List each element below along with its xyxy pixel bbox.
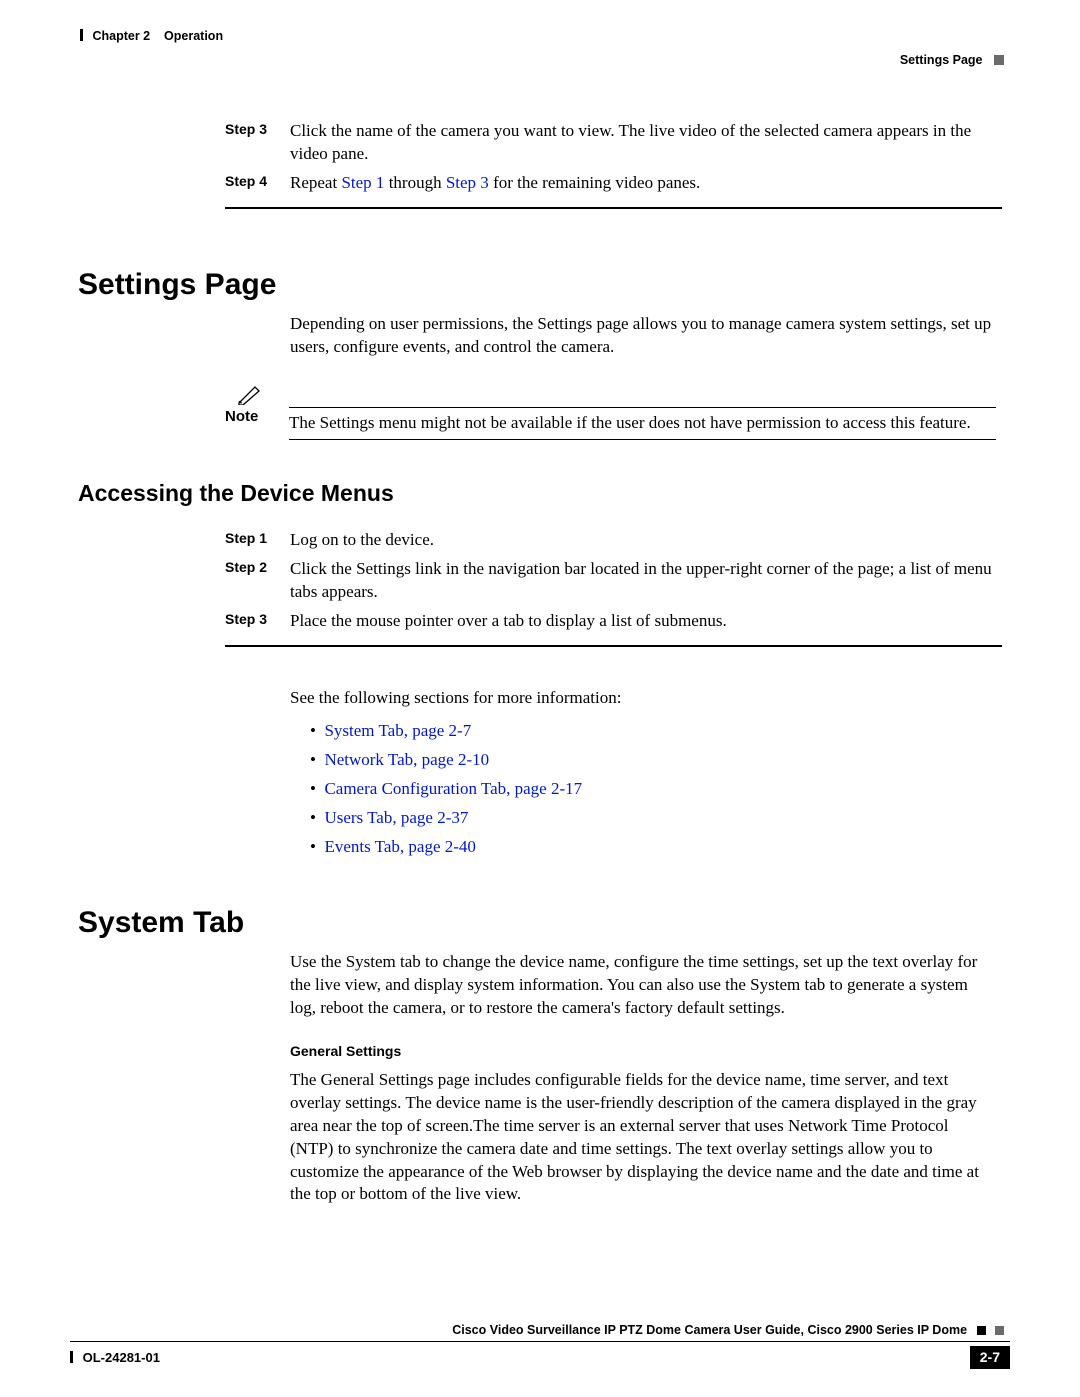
page-container: Chapter 2 Operation Settings Page Step 3… <box>0 0 1080 1397</box>
step-text: Log on to the device. <box>290 529 1002 552</box>
divider <box>225 207 1002 209</box>
note-pen-icon <box>237 383 265 405</box>
steps-block-2: Step 1 Log on to the device. Step 2 Clic… <box>225 529 1002 633</box>
list-item: Camera Configuration Tab, page 2-17 <box>310 778 1010 801</box>
step-row: Step 2 Click the Settings link in the na… <box>225 558 1002 604</box>
step-row: Step 3 Click the name of the camera you … <box>225 120 1002 166</box>
link-step1[interactable]: Step 1 <box>341 173 384 192</box>
list-item: Events Tab, page 2-40 <box>310 836 1010 859</box>
general-settings-body: The General Settings page includes confi… <box>290 1069 996 1207</box>
page-footer: Cisco Video Surveillance IP PTZ Dome Cam… <box>70 1322 1010 1369</box>
footer-doc-id: OL-24281-01 <box>83 1350 160 1365</box>
chapter-title: Operation <box>164 29 223 43</box>
step-label: Step 2 <box>225 558 290 604</box>
footer-bar-icon <box>70 1351 73 1363</box>
link-events-tab[interactable]: Events Tab, page 2-40 <box>324 837 475 856</box>
step-label: Step 3 <box>225 610 290 633</box>
heading-system-tab: System Tab <box>78 903 1010 944</box>
more-info-text: See the following sections for more info… <box>290 687 996 710</box>
section-breadcrumb: Settings Page <box>900 53 983 67</box>
step-row: Step 1 Log on to the device. <box>225 529 1002 552</box>
chapter-label: Chapter 2 <box>92 29 150 43</box>
steps-block-1: Step 3 Click the name of the camera you … <box>225 120 1002 195</box>
footer-doc-title: Cisco Video Surveillance IP PTZ Dome Cam… <box>452 1323 967 1337</box>
link-system-tab[interactable]: System Tab, page 2-7 <box>324 721 471 740</box>
settings-intro: Depending on user permissions, the Setti… <box>290 313 996 359</box>
header-chapter: Chapter 2 Operation <box>80 28 223 45</box>
header-square-icon <box>994 55 1004 65</box>
note-block: Note The Settings menu might not be avai… <box>225 383 996 440</box>
footer-rule <box>70 1341 1010 1342</box>
header-section: Settings Page <box>900 52 1004 69</box>
footer-doc-title-line: Cisco Video Surveillance IP PTZ Dome Cam… <box>70 1322 1010 1339</box>
heading-settings-page: Settings Page <box>78 265 1010 306</box>
links-list: System Tab, page 2-7 Network Tab, page 2… <box>310 720 1010 859</box>
link-network-tab[interactable]: Network Tab, page 2-10 <box>324 750 489 769</box>
step-text: Click the name of the camera you want to… <box>290 120 1002 166</box>
heading-accessing: Accessing the Device Menus <box>78 478 1010 509</box>
system-tab-intro: Use the System tab to change the device … <box>290 951 996 1020</box>
note-label: Note <box>225 407 289 435</box>
header-bar-icon <box>80 29 83 41</box>
footer-square-icon <box>977 1326 986 1335</box>
link-camera-config-tab[interactable]: Camera Configuration Tab, page 2-17 <box>324 779 582 798</box>
footer-doc-id-wrap: OL-24281-01 <box>70 1349 160 1367</box>
list-item: Users Tab, page 2-37 <box>310 807 1010 830</box>
step-label: Step 4 <box>225 172 290 195</box>
step-text: Repeat Step 1 through Step 3 for the rem… <box>290 172 1002 195</box>
step-row: Step 4 Repeat Step 1 through Step 3 for … <box>225 172 1002 195</box>
step-row: Step 3 Place the mouse pointer over a ta… <box>225 610 1002 633</box>
list-item: System Tab, page 2-7 <box>310 720 1010 743</box>
step-label: Step 3 <box>225 120 290 166</box>
step-label: Step 1 <box>225 529 290 552</box>
page-number-badge: 2-7 <box>970 1346 1010 1369</box>
list-item: Network Tab, page 2-10 <box>310 749 1010 772</box>
step-text: Place the mouse pointer over a tab to di… <box>290 610 1002 633</box>
divider <box>225 645 1002 647</box>
note-rule-bottom <box>289 439 996 440</box>
link-users-tab[interactable]: Users Tab, page 2-37 <box>324 808 468 827</box>
link-step3[interactable]: Step 3 <box>446 173 489 192</box>
step-text: Click the Settings link in the navigatio… <box>290 558 1002 604</box>
footer-bottom-row: OL-24281-01 2-7 <box>70 1346 1010 1369</box>
general-settings-heading: General Settings <box>290 1042 996 1061</box>
note-text: The Settings menu might not be available… <box>289 407 996 435</box>
footer-square-icon <box>995 1326 1004 1335</box>
